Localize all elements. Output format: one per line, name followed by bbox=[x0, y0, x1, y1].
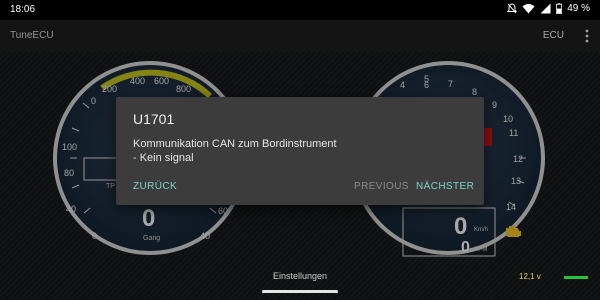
battery-icon bbox=[556, 3, 563, 14]
previous-button[interactable]: PREVIOUS bbox=[354, 181, 409, 192]
error-code-title: U1701 bbox=[133, 111, 175, 127]
home-gesture-bar[interactable] bbox=[262, 290, 338, 293]
error-message: Kommunikation CAN zum Bordinstrument - K… bbox=[133, 138, 337, 164]
settings-button[interactable]: Einstellungen bbox=[0, 271, 600, 281]
voltage-indicator-bar bbox=[564, 276, 588, 279]
wifi-icon bbox=[522, 4, 535, 14]
battery-voltage: 12,1 v bbox=[519, 272, 541, 281]
status-time: 18:06 bbox=[10, 4, 36, 15]
status-icons: 49 % bbox=[507, 3, 590, 14]
error-code-dialog: U1701 Kommunikation CAN zum Bordinstrume… bbox=[116, 97, 484, 205]
next-button[interactable]: NÄCHSTER bbox=[416, 181, 474, 192]
back-button[interactable]: ZURÜCK bbox=[133, 181, 177, 192]
signal-icon bbox=[540, 3, 551, 14]
mute-icon bbox=[507, 3, 518, 14]
battery-level: 49 % bbox=[567, 3, 590, 14]
status-bar: 18:06 49 % bbox=[0, 0, 600, 20]
